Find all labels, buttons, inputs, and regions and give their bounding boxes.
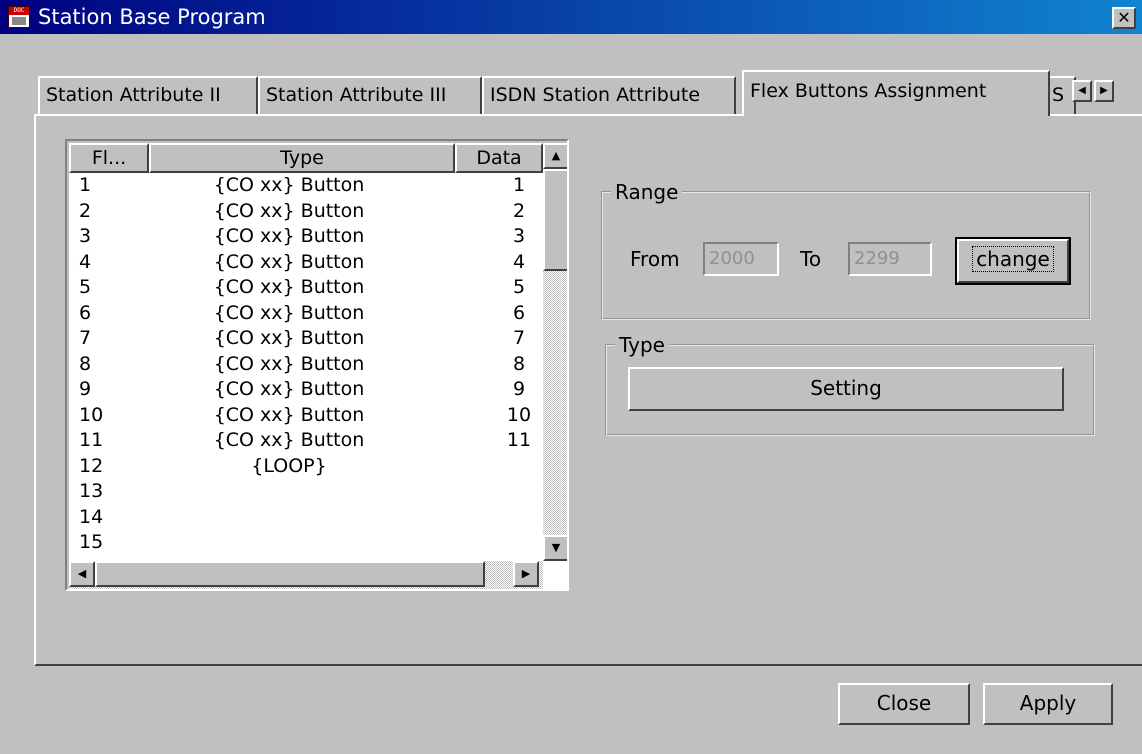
tab-scroll-right-icon[interactable]: ▶ (1094, 80, 1114, 102)
app-icon: DOC (8, 6, 30, 28)
apply-button[interactable]: Apply (983, 683, 1113, 725)
title-bar[interactable]: DOC Station Base Program ✕ (0, 0, 1142, 34)
close-icon[interactable]: ✕ (1112, 7, 1136, 29)
tab-scroll-left-icon[interactable]: ◀ (1072, 80, 1092, 102)
window-title: Station Base Program (38, 5, 266, 29)
tab-isdn-station-attribute[interactable]: ISDN Station Attribute (482, 76, 736, 114)
tab-panel (34, 114, 1142, 666)
tab-station-attribute-iii[interactable]: Station Attribute III (258, 76, 482, 114)
app-icon-label: DOC (9, 7, 29, 15)
tab-station-attribute-ii[interactable]: Station Attribute II (38, 76, 258, 114)
tab-flex-buttons-assignment[interactable]: Flex Buttons Assignment (742, 70, 1050, 116)
close-button[interactable]: Close (838, 683, 970, 725)
